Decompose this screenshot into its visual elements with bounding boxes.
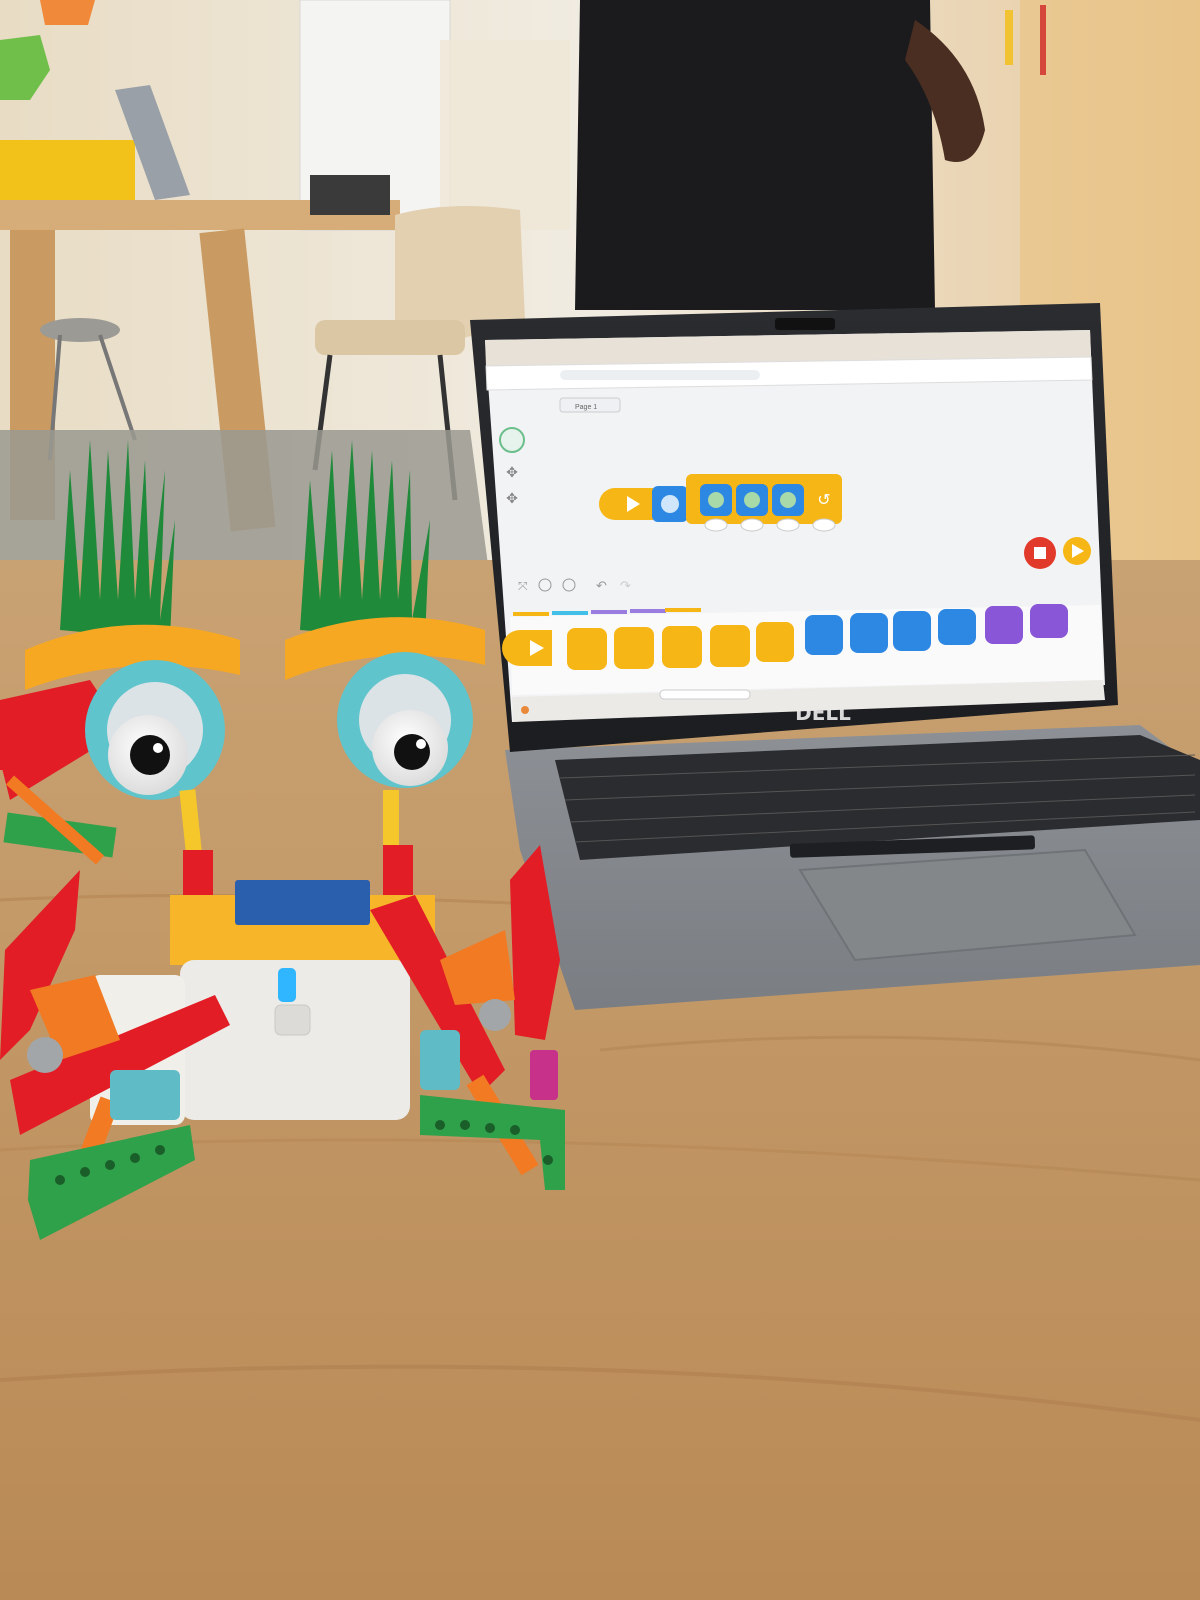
stool <box>40 318 120 342</box>
eye-highlight <box>153 743 163 753</box>
teal-part <box>110 1070 180 1120</box>
motor-icon <box>661 495 679 513</box>
palette-block[interactable] <box>567 628 607 670</box>
block-input[interactable] <box>776 518 800 532</box>
motor-icon <box>744 492 760 508</box>
palette-block[interactable] <box>805 615 843 655</box>
motor-icon <box>708 492 724 508</box>
robot-axle <box>479 999 511 1031</box>
zoom-fit-icon[interactable]: ⤧ <box>518 579 528 593</box>
add-device-icon[interactable] <box>499 427 525 453</box>
motor-icon <box>780 492 796 508</box>
wall-decoration <box>1005 10 1013 65</box>
webcam <box>775 318 835 330</box>
block-input[interactable] <box>740 518 764 532</box>
palette-tab-sound[interactable] <box>591 610 627 614</box>
palette-block[interactable] <box>850 613 888 653</box>
eye-highlight <box>416 739 426 749</box>
move-icon[interactable]: ✥ <box>506 464 518 480</box>
laptop: DELL Page 1 ✥ ✥ ↺ ⤧ ↶ ↷ <box>470 303 1200 1010</box>
palette-tab-events[interactable] <box>513 612 549 616</box>
palette-tab-looks[interactable] <box>630 609 666 613</box>
block-input[interactable] <box>812 518 836 532</box>
hub-status-light <box>278 968 296 1002</box>
background-screen <box>310 175 390 215</box>
person-torso <box>575 0 935 310</box>
palette-block[interactable] <box>1030 604 1068 638</box>
move-icon[interactable]: ✥ <box>506 490 518 506</box>
blue-tile <box>235 880 370 925</box>
storage-box <box>0 140 135 200</box>
eye-stalk-right <box>383 790 399 850</box>
palette-block[interactable] <box>756 622 794 662</box>
palette-block[interactable] <box>985 606 1023 644</box>
palette-tab-motors[interactable] <box>552 611 588 615</box>
chair-seat <box>315 320 465 355</box>
hub-power-button <box>274 1004 311 1036</box>
wall-decoration <box>40 0 95 25</box>
palette-block[interactable] <box>938 609 976 645</box>
stop-icon <box>1034 547 1046 559</box>
palette-tab-control[interactable] <box>665 608 701 612</box>
palette-block[interactable] <box>614 627 654 669</box>
url-field[interactable] <box>560 370 760 380</box>
weather-icon <box>521 706 529 714</box>
repeat-icon: ↺ <box>817 492 830 509</box>
palette-block[interactable] <box>710 625 750 667</box>
wall-decoration <box>1040 5 1046 75</box>
pupil-left <box>130 735 170 775</box>
block-input[interactable] <box>704 518 728 532</box>
tab-page-label: Page 1 <box>575 404 597 411</box>
photo-scene: DELL Page 1 ✥ ✥ ↺ ⤧ ↶ ↷ <box>0 0 1200 1600</box>
robot-axle <box>27 1037 63 1073</box>
palette-block[interactable] <box>502 630 552 666</box>
photo-illustration: DELL Page 1 ✥ ✥ ↺ ⤧ ↶ ↷ <box>0 0 1200 1600</box>
undo-icon[interactable]: ↶ <box>596 578 607 593</box>
palette-block[interactable] <box>662 626 702 668</box>
taskbar-search[interactable] <box>659 689 751 700</box>
window-light <box>440 40 570 230</box>
block-start[interactable] <box>599 488 653 520</box>
pink-connector <box>530 1050 558 1100</box>
redo-icon[interactable]: ↷ <box>620 578 631 593</box>
teal-part <box>420 1030 460 1090</box>
pupil-right <box>394 734 430 770</box>
palette-block[interactable] <box>893 611 931 651</box>
